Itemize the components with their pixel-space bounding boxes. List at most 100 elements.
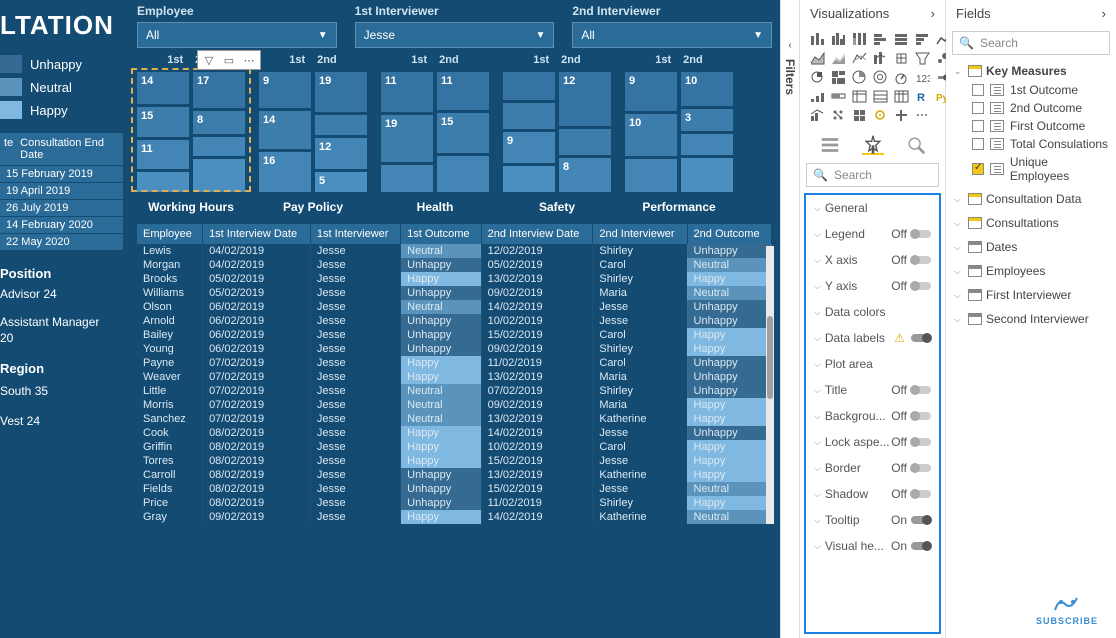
treemap-cell[interactable] [503, 103, 555, 129]
format-option[interactable]: ⌵Data labels⚠ [806, 325, 939, 351]
fields-tab-icon[interactable] [819, 135, 841, 155]
date-row[interactable]: 19 April 2019 [0, 182, 123, 199]
table-row[interactable]: Olson06/02/2019JesseNeutral14/02/2019Jes… [137, 300, 772, 314]
analytics-tab-icon[interactable] [905, 135, 927, 155]
viz-type-icon[interactable] [808, 88, 826, 104]
toggle-switch[interactable] [911, 542, 931, 550]
table-row[interactable]: Bailey06/02/2019JesseUnhappy15/02/2019Ca… [137, 328, 772, 342]
viz-type-icon[interactable] [913, 31, 931, 47]
table-row[interactable]: Weaver07/02/2019JesseHappy13/02/2019Mari… [137, 370, 772, 384]
filters-pane-collapsed[interactable]: ‹ Filters [780, 0, 800, 638]
treemap-visual[interactable]: 1st2nd11191115Health [381, 54, 489, 214]
treemap-cell[interactable]: 14 [137, 72, 189, 104]
format-option[interactable]: ⌵Data colors [806, 299, 939, 325]
treemap-cell[interactable]: 9 [625, 72, 677, 111]
field-table-header[interactable]: ⌵Dates [952, 237, 1110, 257]
viz-type-icon[interactable]: 123 [913, 69, 931, 85]
table-row[interactable]: Torres08/02/2019JesseHappy15/02/2019Jess… [137, 454, 772, 468]
viz-type-icon[interactable] [892, 50, 910, 66]
treemap-cell[interactable]: 10 [625, 114, 677, 156]
slicer-1st-interviewer[interactable]: 1st Interviewer Jesse▼ [355, 4, 555, 48]
treemap-cell[interactable]: 15 [137, 107, 189, 137]
viz-type-icon[interactable] [808, 69, 826, 85]
treemap-cell[interactable] [437, 156, 489, 192]
treemap-visual[interactable]: 1st2nd141511178Working Hours▽▭⋯ [137, 54, 245, 214]
viz-type-icon[interactable] [850, 107, 868, 123]
table-row[interactable]: Williams05/02/2019JesseUnhappy09/02/2019… [137, 286, 772, 300]
treemap-cell[interactable] [681, 158, 733, 192]
treemap-cell[interactable] [625, 159, 677, 192]
fields-search-input[interactable]: 🔍 Search [952, 31, 1110, 55]
viz-type-icon[interactable] [829, 50, 847, 66]
format-option[interactable]: ⌵ShadowOff [806, 481, 939, 507]
viz-type-icon[interactable] [892, 69, 910, 85]
table-row[interactable]: Griffin08/02/2019JesseHappy10/02/2019Car… [137, 440, 772, 454]
toggle-switch[interactable] [911, 282, 931, 290]
table-header[interactable]: 1st Outcome [401, 224, 481, 244]
table-row[interactable]: Young06/02/2019JesseUnhappy09/02/2019Shi… [137, 342, 772, 356]
field-table-header[interactable]: ⌵Second Interviewer [952, 309, 1110, 329]
date-row[interactable]: 15 February 2019 [0, 165, 123, 182]
chevron-right-icon[interactable]: › [931, 6, 935, 21]
slicer-2nd-interviewer[interactable]: 2nd Interviewer All▼ [572, 4, 772, 48]
chevron-right-icon[interactable]: › [1102, 6, 1106, 21]
field-table-header[interactable]: ⌵Consultation Data [952, 189, 1110, 209]
toggle-switch[interactable] [911, 516, 931, 524]
viz-type-icon[interactable] [808, 50, 826, 66]
table-row[interactable]: Arnold06/02/2019JesseUnhappy10/02/2019Je… [137, 314, 772, 328]
treemap-cell[interactable] [503, 166, 555, 192]
viz-type-icon[interactable] [850, 69, 868, 85]
treemap-cell[interactable]: 9 [503, 132, 555, 164]
table-row[interactable]: Little07/02/2019JesseNeutral07/02/2019Sh… [137, 384, 772, 398]
table-row[interactable]: Sanchez07/02/2019JesseNeutral13/02/2019K… [137, 412, 772, 426]
viz-type-icon[interactable] [892, 31, 910, 47]
viz-type-icon[interactable] [829, 31, 847, 47]
table-row[interactable]: Morris07/02/2019JesseNeutral09/02/2019Ma… [137, 398, 772, 412]
viz-type-icon[interactable] [913, 50, 931, 66]
toggle-switch[interactable] [911, 464, 931, 472]
treemap-cell[interactable] [193, 137, 245, 156]
date-row[interactable]: 14 February 2020 [0, 216, 123, 233]
table-row[interactable]: Morgan04/02/2019JesseUnhappy05/02/2019Ca… [137, 258, 772, 272]
format-option[interactable]: ⌵Y axisOff [806, 273, 939, 299]
treemap-cell[interactable] [559, 129, 611, 155]
treemap-cell[interactable]: 19 [315, 72, 367, 112]
treemap-cell[interactable]: 3 [681, 109, 733, 132]
field-item[interactable]: 2nd Outcome [972, 99, 1110, 117]
treemap-cell[interactable]: 11 [381, 72, 433, 112]
toggle-switch[interactable] [911, 256, 931, 264]
table-header[interactable]: 1st Interviewer [310, 224, 400, 244]
field-table-header[interactable]: ⌵Consultations [952, 213, 1110, 233]
table-row[interactable]: Gray09/02/2019JesseHappy14/02/2019Kather… [137, 510, 772, 524]
treemap-cell[interactable] [503, 72, 555, 100]
format-search-input[interactable]: 🔍 Search [806, 163, 939, 187]
treemap-cell[interactable] [381, 165, 433, 192]
treemap-cell[interactable]: 10 [681, 72, 733, 106]
toggle-switch[interactable] [911, 490, 931, 498]
treemap-cell[interactable]: 11 [437, 72, 489, 110]
treemap-cell[interactable]: 5 [315, 172, 367, 192]
viz-type-icon[interactable] [871, 31, 889, 47]
field-table-header[interactable]: ⌵Employees [952, 261, 1110, 281]
viz-type-icon[interactable] [850, 88, 868, 104]
viz-type-icon[interactable] [808, 107, 826, 123]
treemap-cell[interactable]: 15 [437, 113, 489, 153]
treemap-cell[interactable]: 12 [559, 72, 611, 126]
treemap-visual[interactable]: 1st2nd9141619125Pay Policy [259, 54, 367, 214]
date-row[interactable]: 26 July 2019 [0, 199, 123, 216]
treemap-cell[interactable] [193, 159, 245, 192]
data-table[interactable]: Employee1st Interview Date1st Interviewe… [137, 224, 772, 524]
format-option[interactable]: ⌵Lock aspe...Off [806, 429, 939, 455]
field-checkbox[interactable] [972, 120, 984, 132]
table-row[interactable]: Lewis04/02/2019JesseNeutral12/02/2019Shi… [137, 244, 772, 258]
toggle-switch[interactable] [911, 438, 931, 446]
viz-type-icon[interactable] [850, 50, 868, 66]
field-table-header[interactable]: ⌵First Interviewer [952, 285, 1110, 305]
viz-type-icon[interactable] [871, 107, 889, 123]
viz-type-icon[interactable] [850, 31, 868, 47]
treemap-visual[interactable]: 1st2nd9128Safety [503, 54, 611, 214]
field-item[interactable]: Unique Employees [972, 153, 1110, 185]
viz-type-icon[interactable] [913, 107, 931, 123]
treemap-visual[interactable]: 1st2nd910103Performance [625, 54, 733, 214]
treemap-cell[interactable]: 8 [559, 158, 611, 192]
